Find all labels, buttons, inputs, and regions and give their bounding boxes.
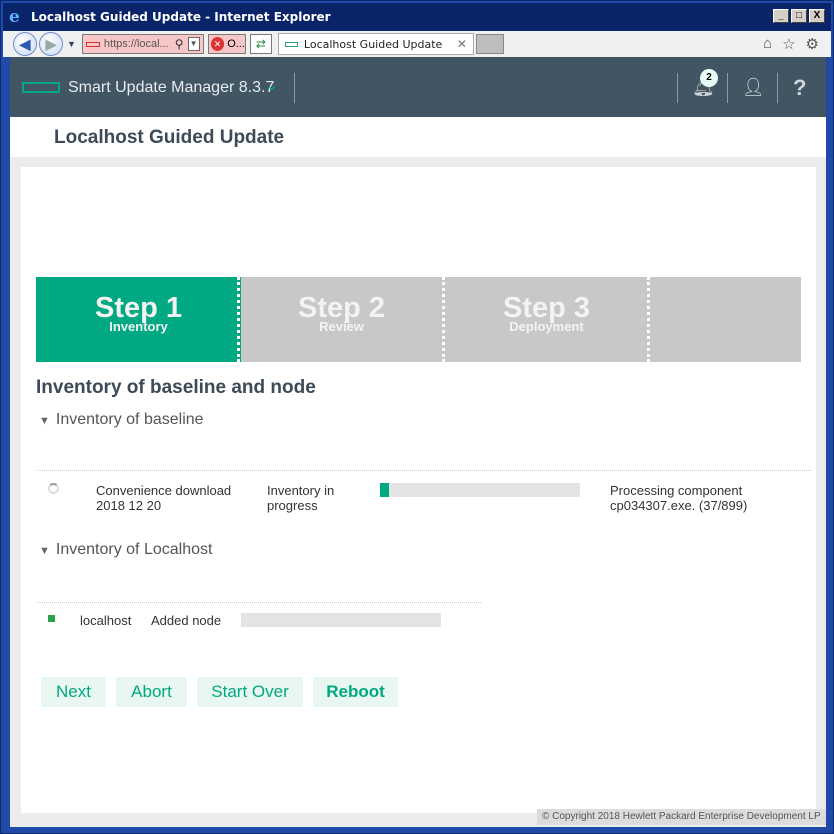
baseline-detail-line2: cp034307.exe. (37/899)	[610, 498, 748, 513]
refresh-icon: ⇄	[255, 37, 266, 51]
caret-down-icon: ▼	[39, 545, 50, 557]
browser-icons: ⌂ ☆ ⚙	[763, 35, 819, 53]
user-icon[interactable]: 👤︎	[742, 77, 765, 98]
browser-toolbar: ◀ ▶ ▼ https://local... ⚲ ▼ ✕ O... ⇄ Loca…	[3, 31, 831, 57]
search-icon[interactable]: ⚲	[175, 37, 184, 51]
spinner-icon	[48, 483, 59, 494]
back-arrow-icon: ◀	[19, 35, 31, 52]
step-label: Deployment	[509, 319, 584, 334]
baseline-detail: Processing component cp034307.exe. (37/8…	[610, 483, 747, 513]
page-title: Localhost Guided Update	[54, 127, 285, 148]
section-title: Inventory of baseline and node	[36, 377, 316, 398]
notification-badge[interactable]: 2	[700, 69, 718, 87]
forward-arrow-icon: ▶	[45, 35, 57, 52]
header-divider	[294, 73, 295, 103]
settings-icon[interactable]: ⚙	[806, 35, 819, 53]
reboot-button[interactable]: Reboot	[313, 677, 398, 707]
step-divider	[647, 277, 650, 362]
history-dropdown-icon[interactable]: ▼	[67, 39, 76, 49]
title-bar: e Localhost Guided Update - Internet Exp…	[3, 3, 831, 31]
app-name[interactable]: Smart Update Manager 8.3.7	[68, 79, 274, 97]
next-button[interactable]: Next	[41, 677, 106, 707]
step-3: Step 3 Deployment	[444, 277, 649, 362]
step-label: Review	[319, 319, 364, 334]
baseline-status: Inventory in progress	[267, 483, 334, 513]
abort-button[interactable]: Abort	[116, 677, 187, 707]
browser-tab[interactable]: Localhost Guided Update ✕	[277, 33, 474, 55]
baseline-name: Convenience download 2018 12 20	[96, 483, 231, 513]
tab-favicon-icon	[284, 41, 298, 47]
address-bar[interactable]: https://local... ⚲ ▼	[81, 34, 204, 54]
address-dropdown-icon[interactable]: ▼	[187, 37, 200, 51]
address-text: https://local...	[103, 38, 169, 50]
site-icon	[85, 41, 100, 47]
step-label: Inventory	[109, 319, 168, 334]
tab-title: Localhost Guided Update	[303, 37, 443, 51]
caret-down-icon: ▼	[39, 415, 50, 427]
window-title: Localhost Guided Update - Internet Explo…	[31, 10, 331, 24]
step-2: Step 2 Review	[239, 277, 444, 362]
page-header: Localhost Guided Update	[10, 117, 826, 157]
browser-window: e Localhost Guided Update - Internet Exp…	[0, 0, 834, 834]
home-icon[interactable]: ⌂	[763, 35, 772, 53]
window-controls: _ □ X	[773, 9, 825, 23]
new-tab-button[interactable]	[475, 34, 504, 54]
tab-close-icon[interactable]: ✕	[457, 37, 467, 51]
app-area: Smart Update Manager 8.3.7 ⌄ 🔔︎ 2 👤︎ ? L…	[10, 57, 826, 827]
maximize-button[interactable]: □	[791, 9, 807, 23]
copyright-footer: © Copyright 2018 Hewlett Packard Enterpr…	[537, 809, 826, 825]
step-indicator: Step 1 Inventory Step 2 Review Step 3 De…	[36, 277, 801, 362]
baseline-status-line1: Inventory in	[267, 483, 335, 498]
localhost-name: localhost	[80, 613, 132, 628]
baseline-toggle[interactable]: ▼ Inventory of baseline	[39, 411, 204, 429]
baseline-heading: Inventory of baseline	[55, 411, 204, 428]
header-divider	[777, 73, 778, 103]
localhost-progress-bar	[241, 613, 441, 627]
back-button[interactable]: ◀	[13, 32, 37, 56]
header-divider	[677, 73, 678, 103]
help-icon[interactable]: ?	[793, 75, 806, 101]
chevron-down-icon[interactable]: ⌄	[265, 75, 278, 95]
refresh-button[interactable]: ⇄	[249, 34, 272, 54]
certificate-text: O...	[227, 38, 245, 50]
minimize-button[interactable]: _	[773, 9, 789, 23]
main-panel: Step 1 Inventory Step 2 Review Step 3 De…	[21, 167, 816, 813]
divider	[36, 602, 481, 603]
status-icon	[48, 615, 55, 622]
step-1: Step 1 Inventory	[36, 277, 241, 362]
ie-logo-icon: e	[9, 7, 20, 27]
localhost-toggle[interactable]: ▼ Inventory of Localhost	[39, 541, 212, 559]
localhost-status: Added node	[151, 613, 222, 628]
baseline-status-line2: progress	[267, 498, 318, 513]
header-divider	[727, 73, 728, 103]
baseline-name-line1: Convenience download	[96, 483, 232, 498]
certificate-error-icon: ✕	[210, 37, 225, 51]
localhost-heading: Inventory of Localhost	[55, 541, 213, 558]
close-button[interactable]: X	[809, 9, 825, 23]
forward-button[interactable]: ▶	[39, 32, 63, 56]
baseline-name-line2: 2018 12 20	[96, 498, 162, 513]
certificate-error[interactable]: ✕ O...	[207, 34, 246, 54]
progress-fill	[380, 483, 389, 497]
start-over-button[interactable]: Start Over	[197, 677, 303, 707]
divider	[36, 470, 811, 471]
baseline-progress-bar	[380, 483, 580, 497]
favorites-icon[interactable]: ☆	[782, 35, 795, 53]
baseline-detail-line1: Processing component	[610, 483, 743, 498]
app-header: Smart Update Manager 8.3.7 ⌄ 🔔︎ 2 👤︎ ?	[10, 57, 826, 117]
hpe-logo-icon[interactable]	[22, 82, 60, 93]
